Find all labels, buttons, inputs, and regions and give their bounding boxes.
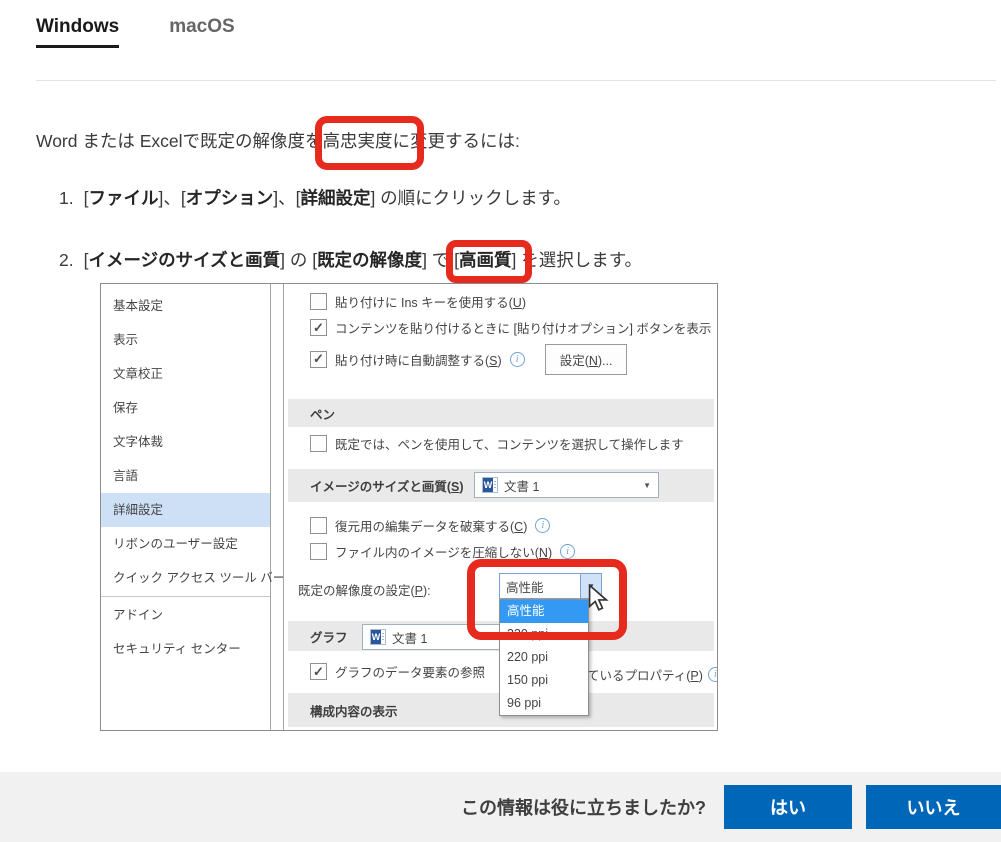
- row-use-pen-default: 既定では、ペンを使用して、コンテンツを選択して操作します: [310, 434, 684, 453]
- chevron-down-icon[interactable]: ▼: [580, 574, 601, 598]
- intro-text: Word または Excelで既定の解像度を高忠実度に変更するには:: [36, 128, 520, 153]
- row-label: 貼り付けに Ins キーを使用する(U): [335, 292, 526, 311]
- chevron-down-icon: ▼: [643, 481, 651, 490]
- row-autofit-on-paste: ✓ 貼り付け時に自動調整する(S) i 設定(N)...: [310, 344, 627, 374]
- sidebar-item-customize-ribbon[interactable]: リボンのユーザー設定: [101, 527, 270, 561]
- resolution-value: 高性能: [500, 574, 580, 598]
- step-number: 1.: [59, 188, 74, 208]
- checkbox-checked-icon[interactable]: ✓: [310, 319, 327, 336]
- word-doc-icon: W: [370, 629, 386, 645]
- document-combobox[interactable]: W 文書 1 ▼: [474, 472, 659, 498]
- support-article-page: Windows macOS Word または Excelで既定の解像度を高忠実度…: [0, 0, 1001, 842]
- resolution-dropdown-list: 高性能 330 ppi 220 ppi 150 ppi 96 ppi: [499, 599, 589, 716]
- settings-button[interactable]: 設定(N)...: [545, 344, 628, 375]
- info-icon[interactable]: i: [708, 667, 717, 682]
- checkbox-checked-icon[interactable]: ✓: [310, 663, 327, 680]
- sidebar-item-general[interactable]: 基本設定: [101, 289, 270, 323]
- default-resolution-label: 既定の解像度の設定(P):: [298, 580, 431, 599]
- combo-value: 文書 1: [504, 476, 539, 495]
- info-icon[interactable]: i: [560, 544, 575, 559]
- row-chart-data-references: ✓ グラフのデータ要素の参照: [310, 662, 485, 681]
- options-sidebar: 基本設定 表示 文章校正 保存 文字体裁 言語 詳細設定 リボンのユーザー設定 …: [101, 284, 271, 730]
- info-icon[interactable]: i: [535, 518, 550, 533]
- row-label: 既定では、ペンを使用して、コンテンツを選択して操作します: [335, 434, 684, 453]
- row-label: ファイル内のイメージを圧縮しない(N): [335, 542, 552, 561]
- highlight-box-fidelity: 高忠実度に: [323, 131, 411, 151]
- step-2: 2. [イメージのサイズと画質] の [既定の解像度] で [高画質] を選択しま…: [59, 247, 642, 272]
- dropdown-option-150ppi[interactable]: 150 ppi: [500, 669, 588, 692]
- platform-tabs: Windows macOS: [36, 16, 235, 48]
- tab-windows[interactable]: Windows: [36, 16, 119, 48]
- sidebar-item-typography[interactable]: 文字体裁: [101, 425, 270, 459]
- dropdown-option-220ppi[interactable]: 220 ppi: [500, 646, 588, 669]
- sidebar-item-save[interactable]: 保存: [101, 391, 270, 425]
- no-button[interactable]: いいえ: [866, 785, 1001, 829]
- checkbox-unchecked-icon[interactable]: [310, 517, 327, 534]
- row-label: コンテンツを貼り付けるときに [貼り付けオプション] ボタンを表示: [335, 318, 711, 337]
- divider: [36, 80, 996, 81]
- tab-macos[interactable]: macOS: [169, 16, 234, 48]
- word-doc-icon: W: [482, 477, 498, 493]
- row-chart-data-references-right: ているプロパティ(P) i: [587, 665, 717, 684]
- checkbox-unchecked-icon[interactable]: [310, 293, 327, 310]
- checkbox-unchecked-icon[interactable]: [310, 543, 327, 560]
- row-discard-editing-data: 復元用の編集データを破棄する(C) i: [310, 516, 550, 535]
- word-options-dialog-screenshot: 基本設定 表示 文章校正 保存 文字体裁 言語 詳細設定 リボンのユーザー設定 …: [100, 283, 718, 731]
- dropdown-option-96ppi[interactable]: 96 ppi: [500, 692, 588, 715]
- row-show-paste-options: ✓ コンテンツを貼り付けるときに [貼り付けオプション] ボタンを表示: [310, 318, 711, 337]
- step-1: 1. [ファイル]、[オプション]、[詳細設定] の順にクリックします。: [59, 185, 571, 210]
- sidebar-divider: [101, 596, 270, 597]
- yes-button[interactable]: はい: [724, 785, 852, 829]
- intro-highlighted: 高忠実度に: [323, 131, 411, 151]
- row-no-compress-images: ファイル内のイメージを圧縮しない(N) i: [310, 542, 575, 561]
- row-label: 貼り付け時に自動調整する(S): [335, 350, 502, 369]
- checkbox-unchecked-icon[interactable]: [310, 435, 327, 452]
- row-label: グラフのデータ要素の参照: [335, 662, 485, 681]
- row-label: ているプロパティ(P): [587, 665, 703, 684]
- info-icon[interactable]: i: [510, 352, 525, 367]
- sidebar-item-proofing[interactable]: 文章校正: [101, 357, 270, 391]
- feedback-question: この情報は役に立ちましたか?: [461, 794, 706, 820]
- intro-pre: Word または Excelで既定の解像度を: [36, 131, 323, 151]
- sidebar-item-display[interactable]: 表示: [101, 323, 270, 357]
- sidebar-item-trust-center[interactable]: セキュリティ センター: [101, 632, 270, 666]
- sidebar-item-addins[interactable]: アドイン: [101, 598, 270, 632]
- feedback-bar: この情報は役に立ちましたか? はい いいえ: [0, 772, 1001, 842]
- step-number: 2.: [59, 250, 74, 270]
- resolution-combobox[interactable]: 高性能 ▼: [499, 573, 602, 599]
- sidebar-item-advanced[interactable]: 詳細設定: [101, 493, 270, 527]
- chart-document-combobox[interactable]: W 文書 1: [362, 624, 512, 650]
- row-label: 復元用の編集データを破棄する(C): [335, 516, 527, 535]
- combo-value: 文書 1: [392, 628, 427, 647]
- checkbox-checked-icon[interactable]: ✓: [310, 351, 327, 368]
- dropdown-option-high-fidelity[interactable]: 高性能: [500, 600, 588, 623]
- step-text: [イメージのサイズと画質] の [既定の解像度] で [高画質] を選択します。: [84, 250, 642, 270]
- sidebar-item-language[interactable]: 言語: [101, 459, 270, 493]
- sidebar-item-quick-access-toolbar[interactable]: クイック アクセス ツール バー: [101, 561, 270, 595]
- options-content: 貼り付けに Ins キーを使用する(U) ✓ コンテンツを貼り付けるときに [貼…: [283, 284, 717, 730]
- intro-post: 変更するには:: [410, 131, 520, 151]
- section-header-pen: ペン: [288, 399, 714, 427]
- step-text: [ファイル]、[オプション]、[詳細設定] の順にクリックします。: [84, 188, 571, 208]
- row-use-ins-key: 貼り付けに Ins キーを使用する(U): [310, 292, 526, 311]
- dropdown-option-330ppi[interactable]: 330 ppi: [500, 623, 588, 646]
- highlight-box-high-quality: [高画質]: [454, 250, 516, 270]
